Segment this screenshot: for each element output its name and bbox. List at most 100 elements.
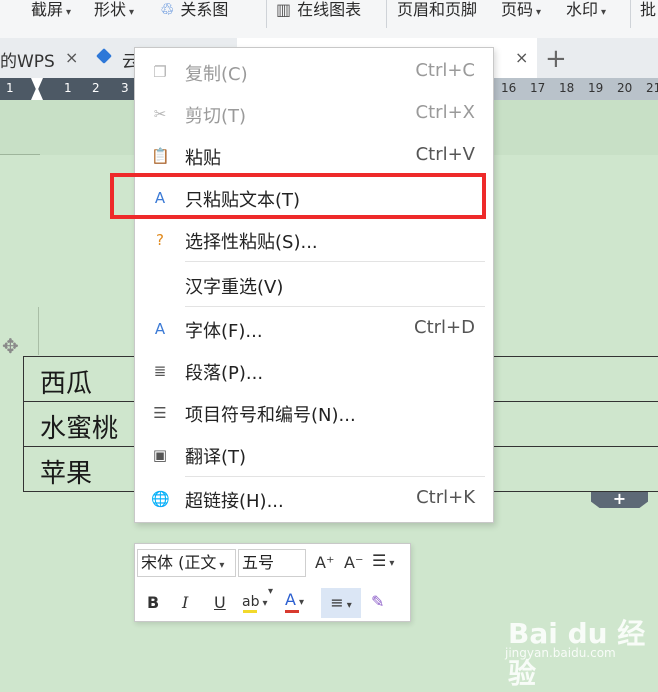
ruler-tick: 3 <box>121 81 129 95</box>
menu-item-translate[interactable]: ▣ 翻译(T) <box>135 434 493 476</box>
highlight-color-button[interactable]: ab ▾ <box>242 591 268 610</box>
chevron-down-icon: ▾ <box>601 7 607 18</box>
menu-item-paragraph[interactable]: ≣ 段落(P)... <box>135 350 493 392</box>
menu-item-label: 粘贴 <box>185 148 221 169</box>
new-tab-button[interactable]: + <box>545 44 567 74</box>
menu-item-label: 选择性粘贴(S)... <box>185 232 318 253</box>
ruler-tick: 18 <box>559 81 575 95</box>
menu-item-paste-special[interactable]: ? 选择性粘贴(S)... <box>135 219 493 261</box>
comment-button[interactable]: 批 <box>640 0 656 28</box>
translate-icon: ▣ <box>152 446 168 464</box>
menu-item-reselect-chars[interactable]: 汉字重选(V) <box>135 264 493 306</box>
indent-marker[interactable] <box>31 78 43 100</box>
paragraph-icon: ≣ <box>153 362 167 380</box>
menu-separator <box>185 306 485 307</box>
margin-guide <box>38 307 39 355</box>
align-button[interactable]: ≡ ▾ <box>321 588 361 618</box>
chevron-down-icon: ▾ <box>389 558 395 569</box>
toolbar-divider <box>386 0 387 28</box>
bold-button[interactable]: B <box>147 593 159 612</box>
add-row-button[interactable]: + <box>591 492 648 508</box>
font-size-value: 五号 <box>242 553 275 572</box>
menu-item-font[interactable]: A 字体(F)... Ctrl+D <box>135 308 493 350</box>
menu-item-label: 超链接(H)... <box>185 491 284 512</box>
menu-item-label: 汉字重选(V) <box>185 277 284 298</box>
highlight-icon: ab <box>242 594 260 610</box>
ruler-tick: 16 <box>501 81 517 95</box>
menu-item-shortcut: Ctrl+X <box>415 102 475 123</box>
relation-icon: ♲ <box>160 0 175 19</box>
relation-diagram-button[interactable]: ♲ 关系图 <box>160 0 228 28</box>
tab-wps[interactable]: 的WPS × <box>0 38 88 78</box>
tab-label: 的WPS <box>0 52 55 72</box>
shape-button[interactable]: 形状 ▾ <box>94 0 134 28</box>
line-spacing-button[interactable]: ☰ ▾ <box>372 551 394 570</box>
font-color-button[interactable]: A ▾ <box>285 590 304 609</box>
screenshot-button[interactable]: 截屏 ▾ <box>31 0 71 28</box>
cloud-doc-icon <box>96 48 112 64</box>
chevron-down-icon: ▾ <box>66 7 72 18</box>
table-cell[interactable]: 西瓜 <box>40 363 92 400</box>
tab-cloud-doc[interactable]: 云 <box>88 38 139 78</box>
paste-special-icon: ? <box>156 231 164 249</box>
menu-item-label: 字体(F)... <box>185 321 263 342</box>
menu-item-shortcut: Ctrl+V <box>415 144 475 165</box>
menu-separator <box>185 261 485 262</box>
page-number-button[interactable]: 页码 ▾ <box>501 0 541 28</box>
ruler-tick: 1 <box>6 81 14 95</box>
format-painter-icon[interactable]: ✎ <box>371 592 384 611</box>
menu-item-shortcut: Ctrl+C <box>415 60 475 81</box>
chevron-down-icon: ▾ <box>219 560 225 571</box>
menu-item-shortcut: Ctrl+D <box>414 317 475 338</box>
font-color-icon: A <box>285 590 296 609</box>
close-icon[interactable]: × <box>65 48 78 67</box>
hyperlink-icon: 🌐 <box>151 490 170 508</box>
menu-item-bullets-numbering[interactable]: ☰ 项目符号和编号(N)... <box>135 392 493 434</box>
font-name-value: 宋体 (正文 <box>141 553 217 572</box>
menu-item-label: 剪切(T) <box>185 106 247 127</box>
chevron-down-icon: ▾ <box>268 586 274 597</box>
chart-icon: ▥ <box>276 0 292 19</box>
chevron-down-icon: ▾ <box>262 598 268 609</box>
font-color-swatch <box>285 610 299 613</box>
online-chart-button[interactable]: ▥ 在线图表 <box>276 0 361 28</box>
shrink-font-button[interactable]: A⁻ <box>344 553 363 572</box>
menu-item-label: 项目符号和编号(N)... <box>185 405 356 426</box>
font-size-select[interactable]: 五号 ▾ <box>238 549 306 597</box>
mini-format-toolbar: 宋体 (正文 ▾ 五号▾ A⁺ A⁻ ☰ ▾ B I U ab ▾ A ▾ ≡ ▾ ✎ <box>134 543 411 622</box>
table-move-icon[interactable]: ✥ <box>2 334 19 358</box>
ruler-margin-right: 16 17 18 19 20 21 <box>493 78 658 100</box>
ruler-tick: 17 <box>530 81 546 95</box>
chevron-down-icon: ▾ <box>346 600 352 611</box>
toolbar-divider <box>630 0 631 28</box>
italic-button[interactable]: I <box>182 593 188 612</box>
ruler-tick: 21 <box>646 81 658 95</box>
chevron-down-icon: ▾ <box>536 7 542 18</box>
ruler-tick: 19 <box>588 81 604 95</box>
highlight-color-swatch <box>243 610 257 613</box>
watermark-button[interactable]: 水印 ▾ <box>566 0 606 28</box>
menu-item-paste[interactable]: 📋 粘贴 Ctrl+V <box>135 135 493 177</box>
close-icon[interactable]: × <box>515 48 528 67</box>
table-cell[interactable]: 苹果 <box>40 453 92 490</box>
menu-item-copy[interactable]: ❐ 复制(C) Ctrl+C <box>135 51 493 93</box>
watermark-url: jingyan.baidu.com <box>505 646 616 660</box>
chevron-down-icon: ▾ <box>298 597 304 608</box>
copy-icon: ❐ <box>153 63 167 81</box>
ruler-margin-left: 1 1 2 3 <box>0 78 140 100</box>
margin-guide <box>0 154 40 155</box>
menu-item-hyperlink[interactable]: 🌐 超链接(H)... Ctrl+K <box>135 478 493 520</box>
toolbar-divider <box>266 0 267 28</box>
paste-icon: 📋 <box>151 147 170 165</box>
grow-font-button[interactable]: A⁺ <box>315 553 334 572</box>
red-highlight-box <box>110 173 486 219</box>
menu-item-cut[interactable]: ✂ 剪切(T) Ctrl+X <box>135 93 493 135</box>
ruler-tick: 20 <box>617 81 633 95</box>
font-icon: A <box>154 320 166 338</box>
font-name-select[interactable]: 宋体 (正文 ▾ <box>137 549 236 577</box>
ribbon-toolbar: 截屏 ▾ 形状 ▾ ♲ 关系图 ▥ 在线图表 页眉和页脚 页码 ▾ 水印 ▾ 批 <box>0 0 658 38</box>
underline-button[interactable]: U <box>214 593 226 612</box>
table-cell[interactable]: 水蜜桃 <box>40 408 118 445</box>
menu-item-label: 段落(P)... <box>185 363 264 384</box>
header-footer-button[interactable]: 页眉和页脚 <box>397 0 477 28</box>
